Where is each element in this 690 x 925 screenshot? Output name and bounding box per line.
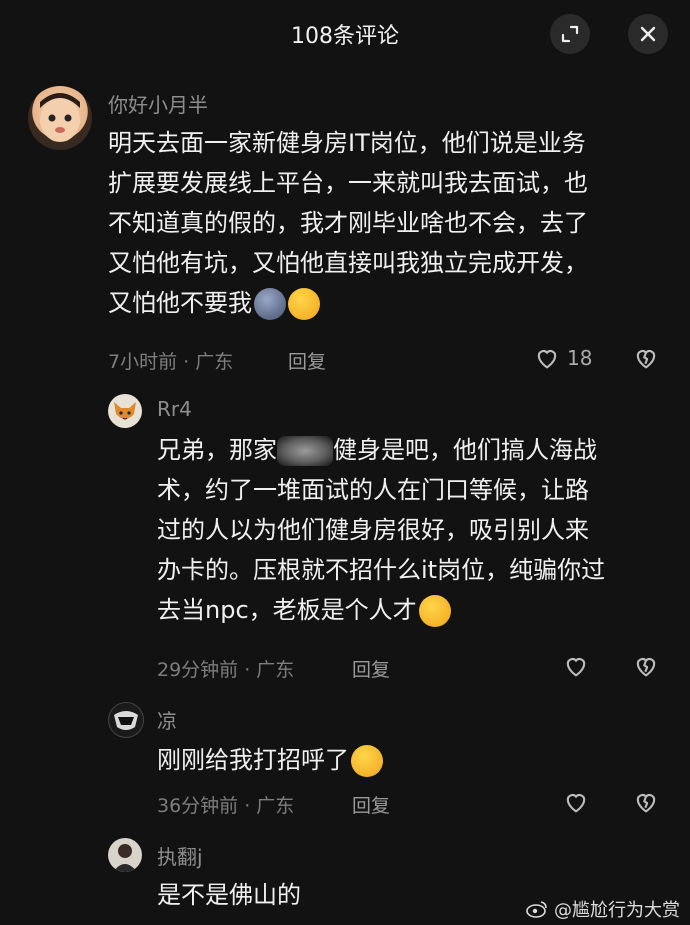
reply-button[interactable]: 回复 xyxy=(352,655,390,682)
like-count: 18 xyxy=(567,346,593,370)
reply-button[interactable]: 回复 xyxy=(352,791,390,818)
close-icon xyxy=(640,26,656,42)
comment-line: 不知道真的假的，我才刚毕业啥也不会，去了 xyxy=(108,209,588,237)
comment-line: 又怕他有坑，又怕他直接叫我独立完成开发， xyxy=(108,249,588,277)
reply-button[interactable]: 回复 xyxy=(288,347,326,374)
like-button[interactable] xyxy=(562,788,590,816)
heart-icon xyxy=(566,658,586,677)
comment-text: 明天去面一家新健身房IT岗位，他们说是业务 扩展要发展线上平台，一来就叫我去面试… xyxy=(108,123,668,323)
comment-line: 刚刚给我打招呼了 xyxy=(157,746,349,774)
comment-line: 又怕他不要我 xyxy=(108,289,252,317)
comment-line: 兄弟，那家 xyxy=(157,436,277,464)
avatar[interactable] xyxy=(28,86,92,150)
watermark-text: @尴尬行为大赏 xyxy=(554,900,680,921)
broken-heart-icon xyxy=(636,794,656,813)
dislike-button[interactable] xyxy=(632,652,660,684)
comment-text: 刚刚给我打招呼了 xyxy=(157,740,677,780)
close-button[interactable] xyxy=(628,14,668,54)
avatar[interactable] xyxy=(108,838,142,872)
expand-button[interactable] xyxy=(550,14,590,54)
like-button[interactable] xyxy=(562,652,590,680)
comment-line: 过的人以为他们健身房很好，吸引别人来 xyxy=(157,516,589,544)
laugh-cry-emoji-icon xyxy=(351,745,383,777)
avatar[interactable] xyxy=(108,394,142,428)
comment-line: 健身是吧，他们搞人海战 xyxy=(333,436,597,464)
avatar[interactable] xyxy=(108,702,144,738)
heart-icon xyxy=(566,794,586,813)
comment-line: 术，约了一堆面试的人在门口等候，让路 xyxy=(157,476,589,504)
comments-header: 108条评论 xyxy=(0,0,690,68)
comment-username[interactable]: 凉 xyxy=(157,705,177,734)
comment-line: 去当npc，老板是个人才 xyxy=(157,596,417,624)
comment-line: 扩展要发展线上平台，一来就叫我去面试，也 xyxy=(108,169,588,197)
comment-username[interactable]: 你好小月半 xyxy=(108,89,208,118)
comment-text: 兄弟，那家 健身是吧，他们搞人海战 术，约了一堆面试的人在门口等候，让路 过的人以… xyxy=(157,430,677,630)
like-button[interactable]: 18 xyxy=(533,344,592,372)
watermark: @尴尬行为大赏 xyxy=(526,896,680,922)
heart-icon xyxy=(537,350,557,369)
laugh-cry-emoji-icon xyxy=(288,288,320,320)
comment-line: 明天去面一家新健身房IT岗位，他们说是业务 xyxy=(108,129,586,157)
avatar-face-icon xyxy=(40,93,80,142)
comment-username[interactable]: Rr4 xyxy=(157,397,192,421)
comment-line: 是不是佛山的 xyxy=(157,881,301,909)
dislike-button[interactable] xyxy=(632,344,660,376)
broken-heart-icon xyxy=(636,350,656,369)
person-avatar-icon xyxy=(113,844,137,872)
dislike-button[interactable] xyxy=(632,788,660,820)
comment-line: 办卡的。压根就不招什么it岗位，纯骗你过 xyxy=(157,556,606,584)
weibo-logo-icon xyxy=(526,901,547,918)
broken-heart-icon xyxy=(636,658,656,677)
sad-face-emoji-icon xyxy=(254,288,286,320)
dark-avatar-icon xyxy=(114,711,138,730)
comment-time-location: 29分钟前 · 广东 xyxy=(157,659,295,681)
comment-time-location: 7小时前 · 广东 xyxy=(108,351,234,373)
comment-username[interactable]: 执翻j xyxy=(157,841,203,870)
fox-avatar-icon xyxy=(114,402,136,420)
laugh-cry-emoji-icon xyxy=(418,595,451,627)
redacted-blur xyxy=(277,436,333,466)
expand-icon xyxy=(561,25,579,43)
comment-time-location: 36分钟前 · 广东 xyxy=(157,795,295,817)
comment-text: 是不是佛山的 xyxy=(157,875,517,915)
